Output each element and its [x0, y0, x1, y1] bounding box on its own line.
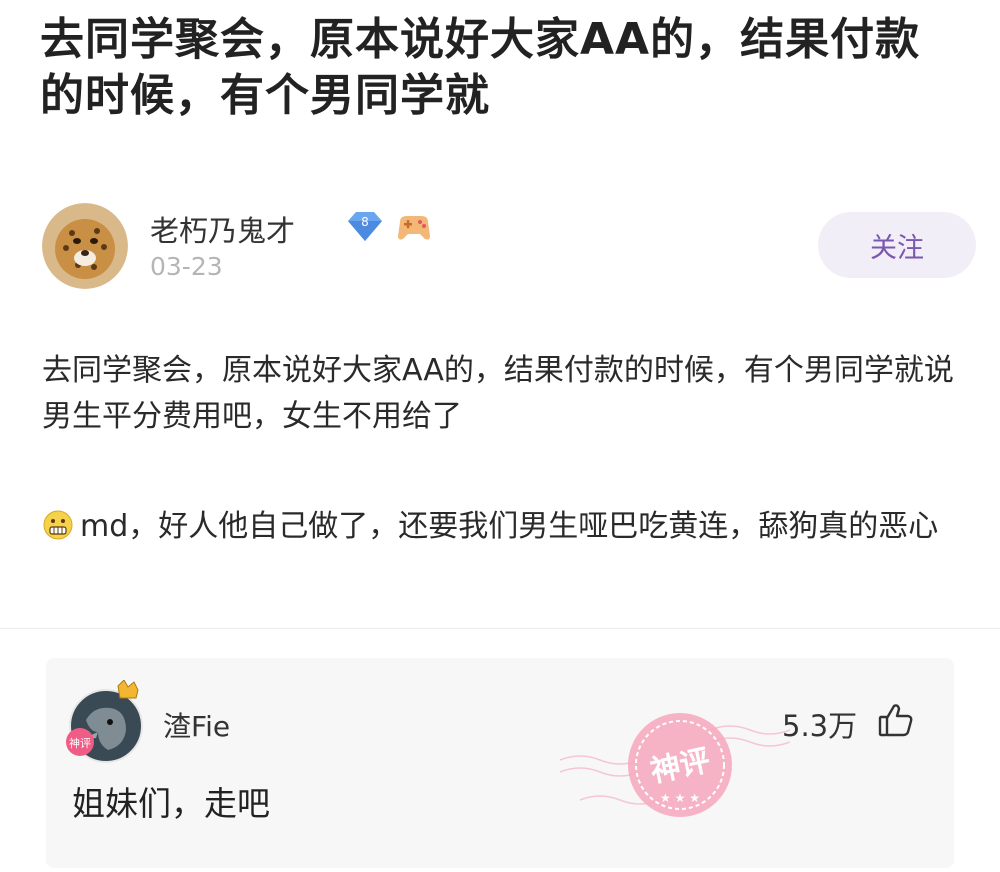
svg-text:8: 8 — [361, 215, 369, 229]
grimace-emoji-icon — [42, 509, 74, 541]
post-date: 03-23 — [150, 252, 223, 281]
post-paragraph-text: md，好人他自己做了，还要我们男生哑巴吃黄连，舔狗真的恶心 — [80, 509, 939, 544]
crown-icon — [117, 679, 139, 699]
shenping-stamp: 神评 ★ ★ ★ — [559, 690, 791, 840]
follow-button[interactable]: 关注 — [818, 212, 976, 278]
game-controller-icon — [394, 210, 434, 244]
svg-text:神评: 神评 — [69, 736, 91, 750]
author-avatar[interactable] — [42, 203, 128, 289]
svg-text:★ ★ ★: ★ ★ ★ — [660, 791, 700, 805]
post-paragraph: 去同学聚会，原本说好大家AA的，结果付款的时候，有个男同学就说男生平分费用吧，女… — [42, 353, 954, 434]
level-diamond-icon: 8 — [344, 209, 386, 243]
thumbs-up-icon[interactable] — [876, 700, 916, 740]
author-name[interactable]: 老朽乃鬼才 — [150, 208, 295, 250]
commenter-avatar[interactable]: 神评 — [64, 679, 152, 768]
comment-text: 姐妹们，走吧 — [72, 784, 270, 823]
post-title[interactable]: 去同学聚会，原本说好大家AA的，结果付款的时候，有个男同学就 — [40, 12, 960, 124]
shenping-tag: 神评 — [66, 728, 94, 756]
commenter-name[interactable]: 渣Fie — [163, 705, 230, 745]
like-count: 5.3万 — [782, 709, 858, 743]
post-card: 去同学聚会，原本说好大家AA的，结果付款的时候，有个男同学就 老朽乃鬼才 8 0… — [0, 0, 1000, 629]
top-comment — [46, 658, 954, 868]
post-paragraph: md，好人他自己做了，还要我们男生哑巴吃黄连，舔狗真的恶心 — [42, 504, 962, 550]
